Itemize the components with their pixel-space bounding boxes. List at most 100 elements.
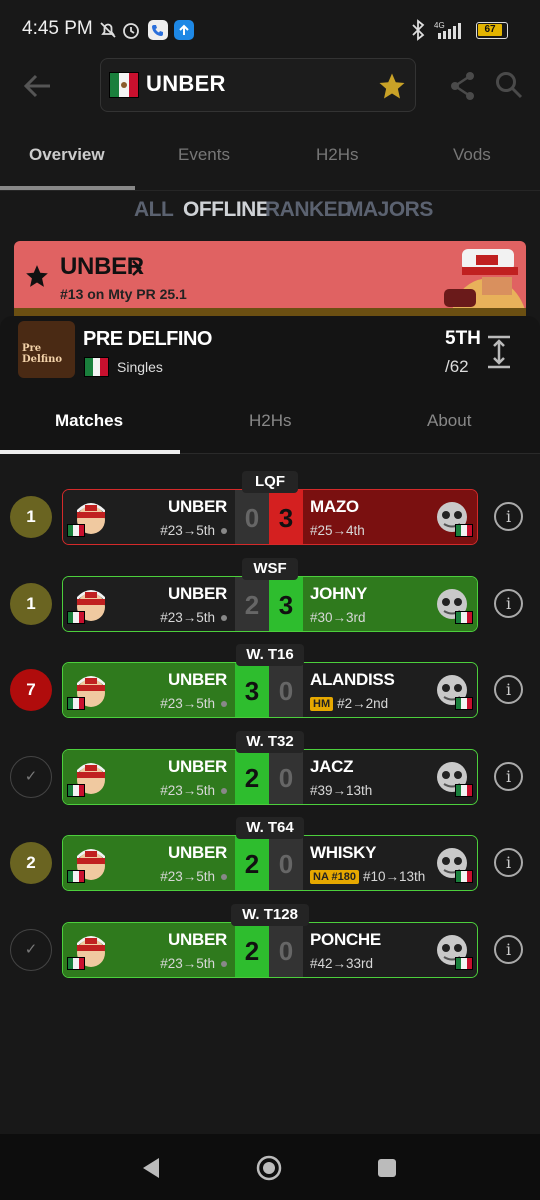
mexico-flag-icon [67,870,85,883]
left-seed-text: #23→5th [160,523,215,538]
right-seed-text: #42→33rd [310,956,374,971]
right-score: 0 [269,836,303,890]
left-player-name: UNBER [168,497,227,516]
tab-events[interactable]: Events [178,145,230,165]
status-bar: 4:45 PM 4G 67 [0,0,540,60]
right-player-name: JACZ [310,757,354,776]
round-label: W. T16 [236,644,304,666]
star-icon [26,265,48,287]
subtab-matches[interactable]: Matches [55,411,123,431]
status-dot [221,961,227,968]
info-icon[interactable]: i [494,675,523,704]
bell-off-icon [100,22,116,38]
left-seed-text: #23→5th [160,869,215,884]
right-seed-text: #10→13th [363,869,426,884]
left-player-seed: #23→5th [160,696,227,711]
match-indicator: ✓ [10,756,52,798]
search-input-value[interactable]: UNBER [146,71,226,97]
left-player-seed: #23→5th [160,783,227,798]
nav-back-icon[interactable] [140,1156,162,1180]
right-player-seed: NA #180 #10→13th [310,869,426,885]
left-player-name: UNBER [168,670,227,689]
right-score: 0 [269,923,303,977]
right-seed-text: #39→13th [310,783,373,798]
mexico-flag-icon [84,357,109,377]
left-score: 2 [235,750,269,804]
upload-app-icon [174,20,194,40]
round-label: WSF [242,558,298,580]
mexico-flag-icon [67,784,85,797]
match-card[interactable]: 0 3 UNBER #23→5th MAZO #25→4th [62,489,478,545]
status-dot [221,874,227,881]
filter-majors[interactable]: MAJORS [346,198,433,222]
right-player-seed: HM #2→2nd [310,696,389,712]
filter-all[interactable]: ALL [134,198,174,222]
left-player-seed: #23→5th [160,610,227,625]
right-score: 3 [269,490,303,544]
info-icon[interactable]: i [494,589,523,618]
nav-recents-icon[interactable] [376,1157,398,1179]
search-icon[interactable] [494,70,524,100]
round-label: LQF [242,471,298,493]
match-card[interactable]: 3 0 UNBER #23→5th ALANDISS HM #2→2nd [62,662,478,718]
tab-divider [0,190,540,191]
tab-active-indicator [0,186,135,190]
ranking-badge: NA #180 [310,870,360,885]
back-arrow-icon[interactable] [22,70,54,102]
match-indicator: 7 [10,669,52,711]
status-dot [221,528,227,535]
right-score: 0 [269,750,303,804]
left-score: 2 [235,836,269,890]
info-icon[interactable]: i [494,502,523,531]
tab-h2hs[interactable]: H2Hs [316,145,359,165]
status-dot [221,701,227,708]
filter-ranked[interactable]: RANKED [265,198,352,222]
round-label: W. T32 [236,731,304,753]
mexico-flag-icon [455,611,473,624]
mexico-flag-icon [67,524,85,537]
left-score: 2 [235,923,269,977]
left-player-name: UNBER [168,757,227,776]
left-player-name: UNBER [168,930,227,949]
placement: 5TH [445,328,481,349]
subtab-h2hs[interactable]: H2Hs [249,411,292,431]
tab-vods[interactable]: Vods [453,145,491,165]
ranking-badge: HM [310,697,334,712]
tab-overview[interactable]: Overview [29,145,105,165]
tournament-format: Singles [117,359,163,375]
expand-vertical-icon[interactable] [486,335,512,369]
right-seed-text: #2→2nd [337,696,389,711]
right-score: 0 [269,663,303,717]
match-card[interactable]: 2 3 UNBER #23→5th JOHNY #30→3rd [62,576,478,632]
status-dot [221,615,227,622]
phone-app-icon [148,20,168,40]
left-seed-text: #23→5th [160,783,215,798]
filter-offline[interactable]: OFFLINE [183,198,270,222]
left-score: 2 [235,577,269,631]
nav-home-icon[interactable] [255,1154,283,1182]
info-icon[interactable]: i [494,762,523,791]
match-card[interactable]: 2 0 UNBER #23→5th PONCHE #42→33rd [62,922,478,978]
info-icon[interactable]: i [494,848,523,877]
subtab-about[interactable]: About [427,411,471,431]
match-card[interactable]: 2 0 UNBER #23→5th WHISKY NA #180 #10→13th [62,835,478,891]
share-icon[interactable] [449,70,477,102]
right-player-seed: #39→13th [310,783,372,798]
player-banner[interactable]: UNBER #13 on Mty PR 25.1 [14,241,526,313]
mexico-flag-icon [67,697,85,710]
right-player-seed: #30→3rd [310,610,366,625]
mexico-flag-icon [455,697,473,710]
match-card[interactable]: 2 0 UNBER #23→5th JACZ #39→13th [62,749,478,805]
tournament-name: PRE DELFINO [83,328,212,350]
entrants-count: /62 [445,357,469,376]
info-icon[interactable]: i [494,935,523,964]
match-indicator: 2 [10,842,52,884]
mexico-flag-icon [455,524,473,537]
right-player-name: JOHNY [310,584,368,603]
right-player-name: WHISKY [310,843,377,862]
bluetooth-icon [412,19,425,41]
battery-icon: 67 [476,22,508,39]
left-player-seed: #23→5th [160,523,227,538]
star-favorite-icon[interactable] [377,71,407,101]
right-player-seed: #25→4th [310,523,365,538]
